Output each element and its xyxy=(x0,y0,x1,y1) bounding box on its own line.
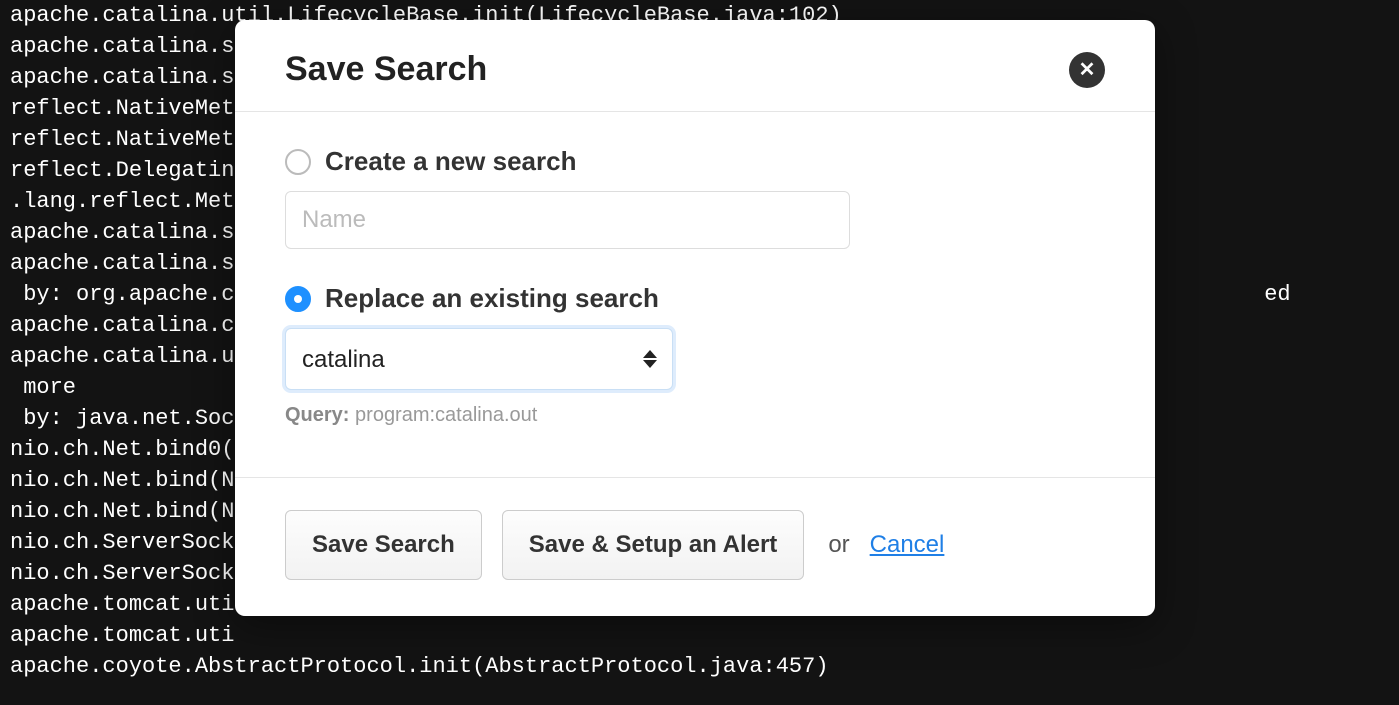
modal-footer: Save Search Save & Setup an Alert or Can… xyxy=(235,477,1155,616)
close-button[interactable]: ✕ xyxy=(1069,52,1105,88)
query-preview: Query: program:catalina.out xyxy=(285,404,1105,427)
modal-header: Save Search ✕ xyxy=(235,20,1155,112)
option-create-label: Create a new search xyxy=(325,146,576,177)
radio-create[interactable] xyxy=(285,149,311,175)
new-search-name-input[interactable] xyxy=(285,191,850,249)
option-create-row: Create a new search xyxy=(285,146,1105,177)
or-text: or xyxy=(828,531,849,559)
cancel-link[interactable]: Cancel xyxy=(870,531,945,559)
option-replace-row: Replace an existing search xyxy=(285,283,1105,314)
query-value: program:catalina.out xyxy=(355,404,537,426)
save-search-modal: Save Search ✕ Create a new search Replac… xyxy=(235,20,1155,616)
existing-search-select-wrap: catalina xyxy=(285,328,673,390)
query-label: Query: xyxy=(285,404,349,426)
modal-title: Save Search xyxy=(285,50,487,89)
option-replace-label: Replace an existing search xyxy=(325,283,659,314)
save-setup-alert-button[interactable]: Save & Setup an Alert xyxy=(502,510,805,580)
modal-body: Create a new search Replace an existing … xyxy=(235,112,1155,477)
existing-search-select[interactable]: catalina xyxy=(285,328,673,390)
close-icon: ✕ xyxy=(1079,57,1096,82)
save-search-button[interactable]: Save Search xyxy=(285,510,482,580)
radio-replace[interactable] xyxy=(285,286,311,312)
